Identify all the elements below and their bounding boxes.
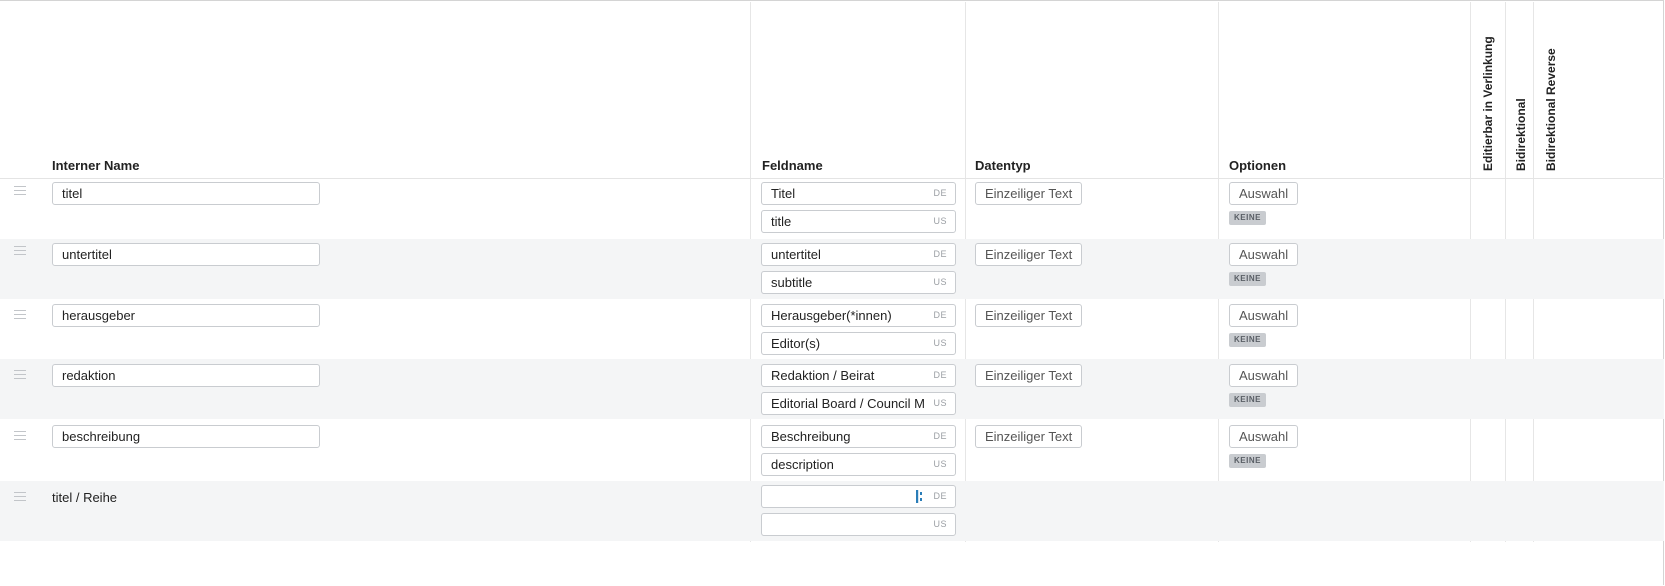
table-row: titel Titel DE title US Einzeiliger Text A…	[0, 179, 1664, 239]
header-bidirectional: Bidirektional	[1514, 98, 1528, 171]
lang-tag-de: DE	[930, 183, 947, 204]
fieldname-de-input[interactable]: Herausgeber(*innen) DE	[761, 304, 956, 327]
options-badge: KEINE	[1229, 272, 1266, 286]
header-field-name: Feldname	[762, 158, 823, 173]
drag-handle-icon[interactable]	[14, 431, 26, 440]
lang-tag-us: US	[930, 211, 947, 232]
drag-handle-icon[interactable]	[14, 492, 26, 501]
header-bidirectional-reverse: Bidirektional Reverse	[1544, 48, 1558, 171]
options-badge: KEINE	[1229, 211, 1266, 225]
lang-tag-de: DE	[930, 426, 947, 447]
header-internal-name: Interner Name	[52, 158, 140, 173]
fieldname-us-input[interactable]: description US	[761, 453, 956, 476]
table-header: Interner Name Feldname Datentyp Optionen…	[0, 1, 1664, 179]
table-row: beschreibung Beschreibung DE description U…	[0, 419, 1664, 481]
internal-name-text: titel / Reihe	[52, 490, 118, 505]
fieldname-de-input[interactable]: DE	[761, 485, 956, 508]
drag-handle-icon[interactable]	[14, 310, 26, 319]
internal-name-input[interactable]: titel	[52, 182, 320, 205]
options-select-button[interactable]: Auswahl	[1229, 304, 1299, 327]
options-select-button[interactable]: Auswahl	[1229, 425, 1299, 448]
internal-name-input[interactable]: beschreibung	[52, 425, 320, 448]
table-row: untertitel untertitel DE subtitle US Einze…	[0, 239, 1664, 299]
fieldname-de-input[interactable]: Redaktion / Beirat DE	[761, 364, 956, 387]
lang-tag-us: US	[930, 514, 947, 535]
header-data-type: Datentyp	[975, 158, 1031, 173]
fieldname-us-input[interactable]: Editor(s) US	[761, 332, 956, 355]
drag-handle-icon[interactable]	[14, 186, 26, 195]
datatype-select[interactable]: Einzeiliger Text	[975, 243, 1083, 266]
fieldname-de-input[interactable]: untertitel DE	[761, 243, 956, 266]
datatype-select[interactable]: Einzeiliger Text	[975, 304, 1083, 327]
fieldname-us-input[interactable]: subtitle US	[761, 271, 956, 294]
lang-tag-us: US	[930, 272, 947, 293]
options-badge: KEINE	[1229, 454, 1266, 468]
internal-name-input[interactable]: redaktion	[52, 364, 320, 387]
internal-name-input[interactable]: untertitel	[52, 243, 320, 266]
field-table: Interner Name Feldname Datentyp Optionen…	[0, 0, 1664, 585]
options-select-button[interactable]: Auswahl	[1229, 364, 1299, 387]
fieldname-us-input[interactable]: US	[761, 513, 956, 536]
lang-tag-us: US	[930, 333, 947, 354]
table-row: titel / Reihe DE US	[0, 481, 1664, 541]
drag-handle-icon[interactable]	[14, 246, 26, 255]
fieldname-de-input[interactable]: Titel DE	[761, 182, 956, 205]
text-cursor-icon	[916, 490, 922, 503]
options-badge: KEINE	[1229, 393, 1266, 407]
options-select-button[interactable]: Auswahl	[1229, 243, 1299, 266]
fieldname-de-input[interactable]: Beschreibung DE	[761, 425, 956, 448]
options-badge: KEINE	[1229, 333, 1266, 347]
table-row: redaktion Redaktion / Beirat DE Editorial…	[0, 359, 1664, 419]
lang-tag-us: US	[930, 454, 947, 475]
datatype-select[interactable]: Einzeiliger Text	[975, 364, 1083, 387]
lang-tag-de: DE	[930, 244, 947, 265]
lang-tag-de: DE	[930, 365, 947, 386]
datatype-select[interactable]: Einzeiliger Text	[975, 182, 1083, 205]
lang-tag-de: DE	[930, 305, 947, 326]
datatype-select[interactable]: Einzeiliger Text	[975, 425, 1083, 448]
lang-tag-us: US	[930, 393, 947, 414]
header-editable-in-link: Editierbar in Verlinkung	[1481, 36, 1495, 171]
internal-name-input[interactable]: herausgeber	[52, 304, 320, 327]
fieldname-us-input[interactable]: Editorial Board / Council M US	[761, 392, 956, 415]
fieldname-us-input[interactable]: title US	[761, 210, 956, 233]
lang-tag-de: DE	[930, 486, 947, 507]
options-select-button[interactable]: Auswahl	[1229, 182, 1299, 205]
header-options: Optionen	[1229, 158, 1287, 173]
table-row: herausgeber Herausgeber(*innen) DE Editor…	[0, 299, 1664, 359]
drag-handle-icon[interactable]	[14, 370, 26, 379]
